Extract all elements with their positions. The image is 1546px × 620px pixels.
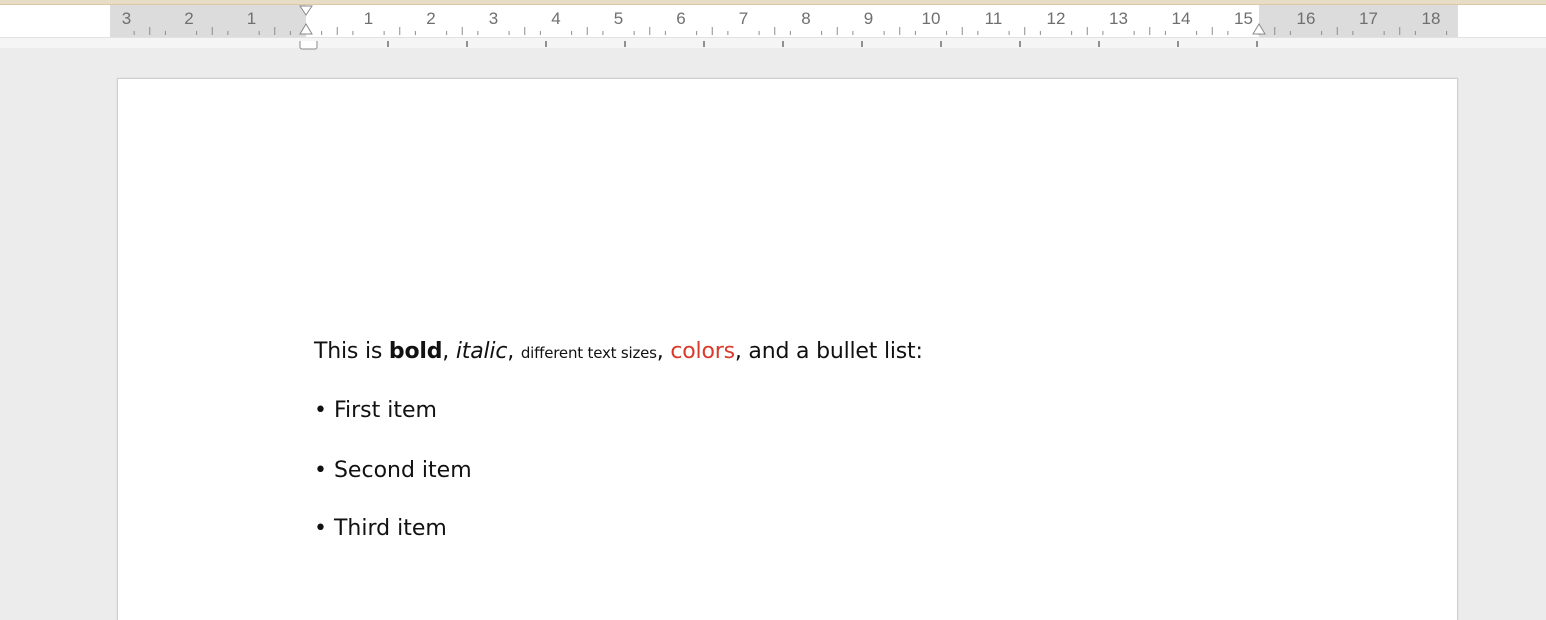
document-body[interactable]: This is bold, italic, different text siz…: [314, 337, 923, 544]
ruler-number: 6: [676, 9, 685, 28]
ruler-number: 17: [1359, 9, 1378, 28]
ruler-number: 1: [364, 9, 373, 28]
ruler-number: 15: [1234, 9, 1253, 28]
bullet-item-1[interactable]: • First item: [314, 396, 923, 426]
bullet-item-3[interactable]: • Third item: [314, 514, 923, 544]
colored-text: colors: [670, 339, 735, 364]
separator-3: ,: [656, 339, 671, 364]
horizontal-ruler[interactable]: 3 2 1 1 2 3 4 5 6 7 8 9 10 11 12 13 14 15 16 17 18: [110, 5, 1458, 37]
intro-suffix: , and a bullet list:: [734, 339, 923, 364]
tab-stop-strip: [0, 38, 1546, 50]
ruler-number: 7: [739, 9, 748, 28]
ruler-number: 9: [864, 9, 873, 28]
ruler-number: 11: [985, 9, 1003, 28]
intro-paragraph[interactable]: This is bold, italic, different text siz…: [314, 337, 923, 368]
ruler-number: 12: [1047, 9, 1066, 28]
document-page[interactable]: This is bold, italic, different text siz…: [117, 78, 1458, 620]
ruler-number: 3: [122, 9, 131, 28]
bold-text: bold: [388, 339, 443, 364]
separator-2: ,: [507, 339, 521, 364]
separator-1: ,: [442, 339, 456, 364]
ruler-number: 2: [184, 9, 193, 28]
ruler-number: 10: [922, 9, 941, 28]
ruler-number: 8: [801, 9, 810, 28]
ruler-number: 5: [614, 9, 623, 28]
ruler-number: 13: [1109, 9, 1128, 28]
small-text: different text sizes: [520, 344, 657, 362]
ruler-number: 3: [489, 9, 498, 28]
word-processor-window: 3 2 1 1 2 3 4 5 6 7 8 9 10 11 12 13 14 15 16 17 18 This is b…: [0, 0, 1546, 620]
ruler-number: 1: [247, 9, 256, 28]
ruler-number: 2: [426, 9, 435, 28]
bullet-item-2[interactable]: • Second item: [314, 456, 923, 486]
ruler-left-margin: [110, 5, 306, 37]
ruler-number: 14: [1172, 9, 1191, 28]
ruler-number: 18: [1422, 9, 1441, 28]
ruler-number: 16: [1297, 9, 1316, 28]
ruler-number: 4: [551, 9, 560, 28]
left-indent-marker[interactable]: [299, 39, 318, 50]
default-tab-stops: [387, 41, 1258, 47]
italic-text: italic: [455, 339, 508, 364]
intro-prefix: This is: [314, 339, 389, 364]
